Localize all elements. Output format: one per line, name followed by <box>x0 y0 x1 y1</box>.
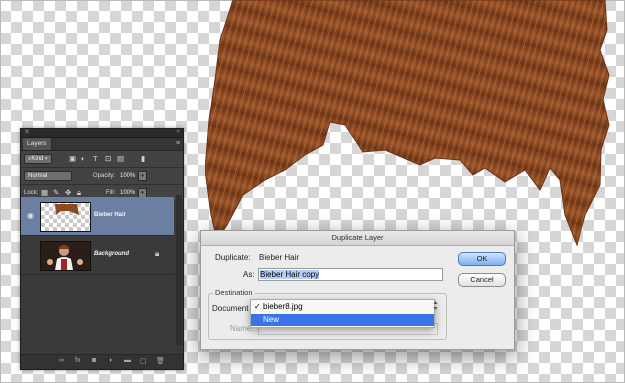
layer-thumbnail <box>40 202 91 232</box>
close-icon[interactable]: ✕ <box>24 128 30 136</box>
background-thumbnail-image <box>41 242 90 270</box>
add-mask-icon[interactable]: ◙ <box>92 357 96 364</box>
panel-titlebar: ✕ » <box>21 128 183 138</box>
filter-row: ⌕Kind ▾ ▣ ◐ T ⊡ ▤ ▮ <box>21 151 183 168</box>
opacity-dropdown-arrow[interactable]: ▾ <box>138 171 147 181</box>
as-label: As: <box>243 270 255 279</box>
as-name-input[interactable]: Bieber Hair copy <box>258 268 443 281</box>
layer-lock-icon: 🔒︎ <box>155 249 160 258</box>
layers-bottom-toolbar: ∞ fx ◙ ◑ ▬ ▢ 🗑︎ <box>21 354 183 369</box>
lock-position-icon[interactable]: ✥ <box>65 188 71 197</box>
lock-brush-icon[interactable]: ✎ <box>53 188 59 197</box>
layers-panel: ✕ » Layers ≡ ⌕Kind ▾ ▣ ◐ T ⊡ ▤ ▮ Normal … <box>20 128 184 370</box>
layer-name[interactable]: Background <box>94 251 129 257</box>
link-layers-icon[interactable]: ∞ <box>59 357 64 364</box>
blend-row: Normal Opacity: 100% ▾ <box>21 168 183 185</box>
filter-toggle-icon[interactable]: ▮ <box>141 154 145 163</box>
opacity-value[interactable]: 100% <box>120 172 135 180</box>
new-layer-icon[interactable]: ▢ <box>140 357 147 365</box>
kind-filter-dropdown[interactable]: ⌕Kind ▾ <box>24 154 52 164</box>
fill-label: Fill: <box>106 190 116 196</box>
trash-icon[interactable]: 🗑︎ <box>156 357 165 365</box>
layer-row-background[interactable]: Background 🔒︎ <box>21 236 174 275</box>
duplicate-layer-dialog: Duplicate Layer Duplicate: Bieber Hair A… <box>200 230 515 350</box>
type-filter-icon[interactable]: T <box>93 154 98 163</box>
pixel-filter-icon[interactable]: ▣ <box>69 154 76 163</box>
fill-value[interactable]: 100% <box>120 189 135 197</box>
new-group-icon[interactable]: ▬ <box>124 357 131 364</box>
layer-row-bieber-hair[interactable]: ◉ Bieber Hair <box>21 197 174 236</box>
document-option-new[interactable]: New <box>251 314 434 326</box>
layer-thumbnail <box>40 241 91 271</box>
visibility-eye-icon[interactable]: ◉ <box>27 211 34 220</box>
shape-filter-icon[interactable]: ⊡ <box>105 154 111 163</box>
layer-style-icon[interactable]: fx <box>75 357 80 364</box>
opacity-label: Opacity: <box>93 173 116 179</box>
collapse-icon[interactable]: » <box>176 128 180 135</box>
hair-thumbnail-image <box>55 204 79 215</box>
lock-label: Lock: <box>24 190 39 196</box>
duplicate-label: Duplicate: <box>215 253 251 262</box>
tab-layers[interactable]: Layers <box>23 138 52 150</box>
document-option-bieber8[interactable]: ✓ bieber8.jpg <box>251 301 434 313</box>
document-label: Document <box>212 304 249 313</box>
kind-filter-label: Kind <box>31 156 44 162</box>
cancel-button[interactable]: Cancel <box>458 273 506 287</box>
layer-name[interactable]: Bieber Hair <box>94 212 126 218</box>
option-label: New <box>263 315 280 324</box>
as-name-value: Bieber Hair copy <box>260 270 320 279</box>
document-dropdown-menu[interactable]: ✓ bieber8.jpg New <box>250 299 435 328</box>
option-label: bieber8.jpg <box>263 302 303 311</box>
lock-transparent-icon[interactable]: ▦ <box>41 188 48 197</box>
adjustment-filter-icon[interactable]: ◐ <box>81 154 86 163</box>
panel-menu-icon[interactable]: ≡ <box>176 140 180 147</box>
duplicate-value: Bieber Hair <box>259 253 300 262</box>
dropdown-chevron-icon[interactable] <box>433 299 438 312</box>
destination-label: Destination <box>213 288 255 297</box>
dialog-title: Duplicate Layer <box>201 231 514 246</box>
hair-artwork <box>205 0 610 247</box>
panel-tab-row: Layers ≡ <box>21 138 183 151</box>
smart-object-filter-icon[interactable]: ▤ <box>117 154 124 163</box>
scrollbar[interactable] <box>176 195 182 345</box>
ok-button[interactable]: OK <box>458 252 506 266</box>
blend-mode-value: Normal <box>28 173 48 179</box>
adjustment-layer-icon[interactable]: ◑ <box>108 357 112 364</box>
lock-all-icon[interactable]: 🔒︎ <box>77 188 81 197</box>
checkmark-icon: ✓ <box>254 302 261 311</box>
blend-mode-dropdown[interactable]: Normal <box>24 171 72 181</box>
